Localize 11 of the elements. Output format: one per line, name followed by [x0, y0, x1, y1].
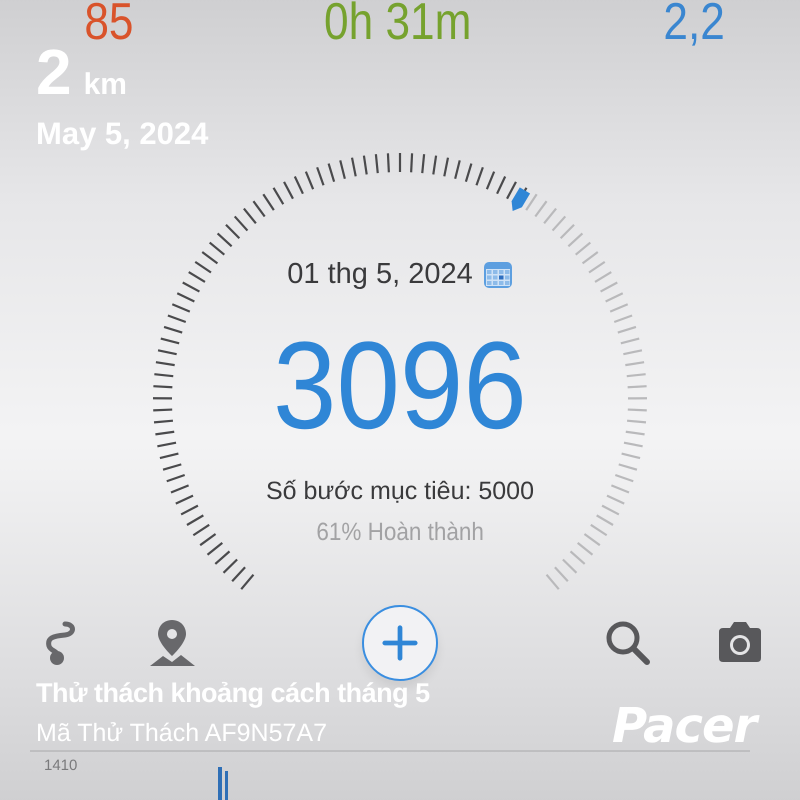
calendar-icon[interactable]	[482, 260, 513, 290]
progress-marker	[512, 187, 530, 212]
axis-label: 1410	[44, 757, 78, 774]
stat-value: 2,2	[663, 0, 725, 45]
selected-date: 01 thg 5, 2024	[287, 258, 473, 291]
stat-value: 0h 31m	[324, 0, 472, 45]
stat-value: 85	[84, 0, 134, 45]
step-count: 3096	[273, 316, 527, 457]
plus-icon	[381, 624, 419, 662]
step-goal: Số bước mục tiêu: 5000	[266, 477, 534, 506]
completion-percent: 61% Hoàn thành	[316, 518, 484, 547]
